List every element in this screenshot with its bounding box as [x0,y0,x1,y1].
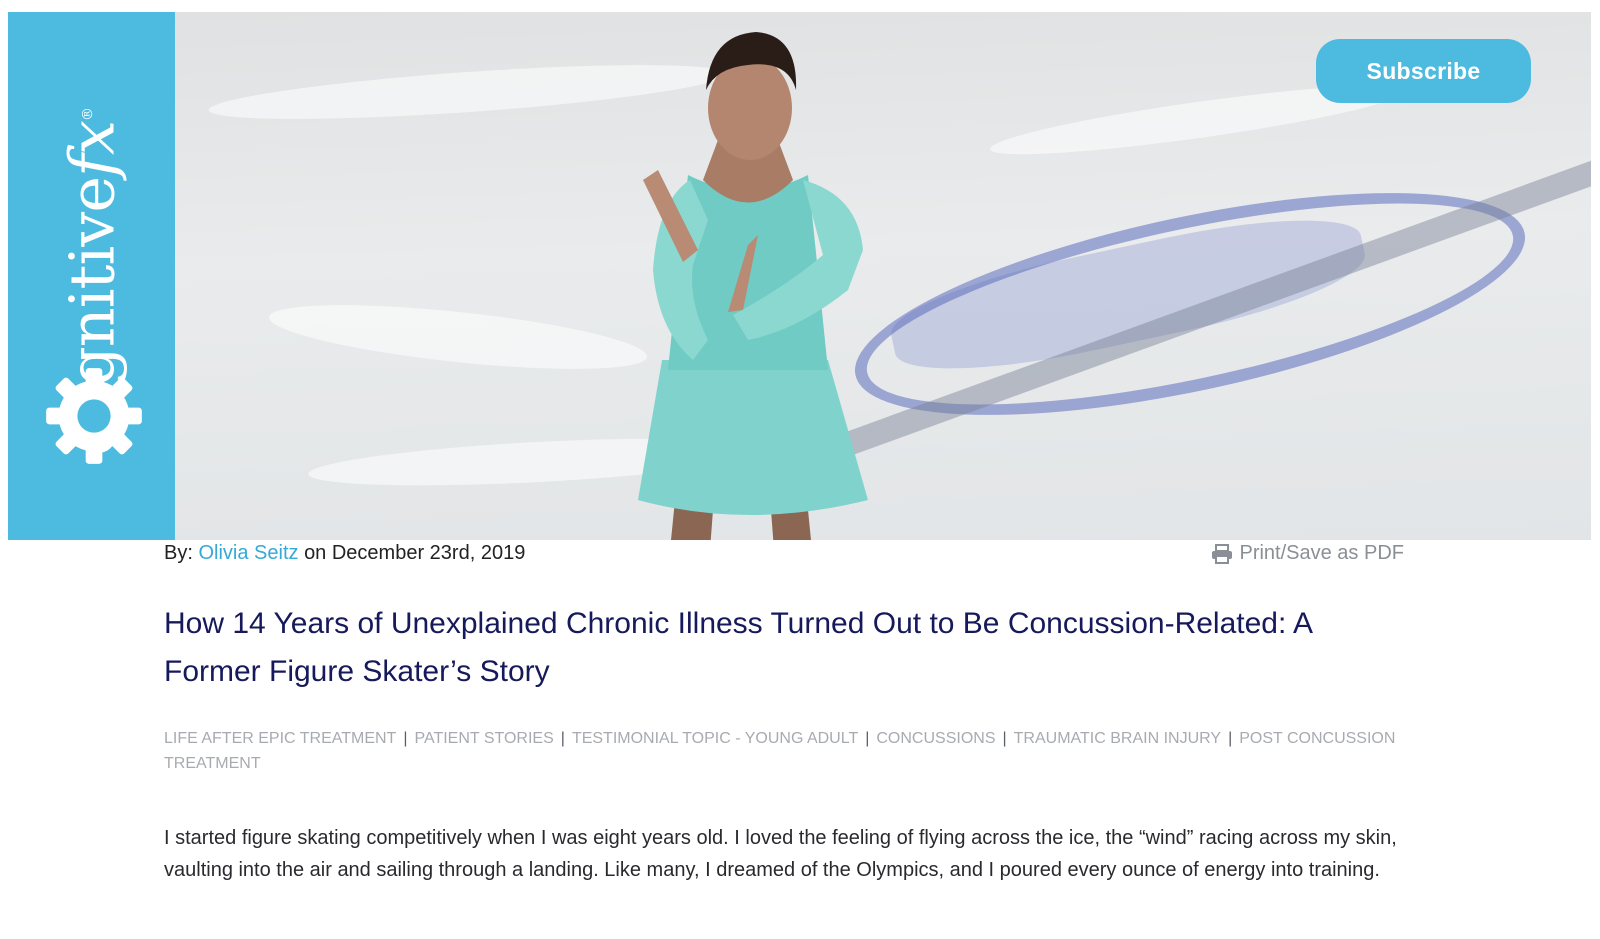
subscribe-button[interactable]: Subscribe [1316,39,1531,103]
publish-date: on December 23rd, 2019 [304,542,526,564]
tag-separator: | [865,730,870,747]
gear-icon [46,368,142,464]
article-title: How 14 Years of Unexplained Chronic Illn… [164,607,1312,688]
article-meta: By: Olivia Seitz on December 23rd, 2019 … [164,542,1404,570]
registered-mark: ® [79,108,96,122]
tag-link[interactable]: TESTIMONIAL TOPIC - YOUNG ADULT [572,730,858,747]
byline: By: Olivia Seitz on December 23rd, 2019 [164,542,525,565]
tag-link[interactable]: PATIENT STORIES [414,730,553,747]
article-paragraph: I started figure skating competitively w… [164,827,1397,881]
print-save-pdf-link[interactable]: Print/Save as PDF [1211,542,1404,565]
tag-link[interactable]: LIFE AFTER EPIC TREATMENT [164,730,396,747]
tag-separator: | [1228,730,1233,747]
tag-link[interactable]: CONCUSSIONS [876,730,995,747]
printer-icon [1212,543,1233,564]
logo-text-fx: fx [55,121,129,177]
print-label: Print/Save as PDF [1239,542,1404,564]
figure-skater-image [638,32,868,540]
by-label: By: [164,542,193,564]
ice-texture [266,292,650,382]
article-tags: LIFE AFTER EPIC TREATMENT | PATIENT STORIE… [164,726,1404,776]
author-link[interactable]: Olivia Seitz [198,542,298,564]
tag-link[interactable]: TRAUMATIC BRAIN INJURY [1014,730,1221,747]
tag-separator: | [1002,730,1007,747]
tag-separator: | [403,730,408,747]
tag-separator: | [560,730,565,747]
brand-logo[interactable]: cognitivefx® [8,12,175,540]
